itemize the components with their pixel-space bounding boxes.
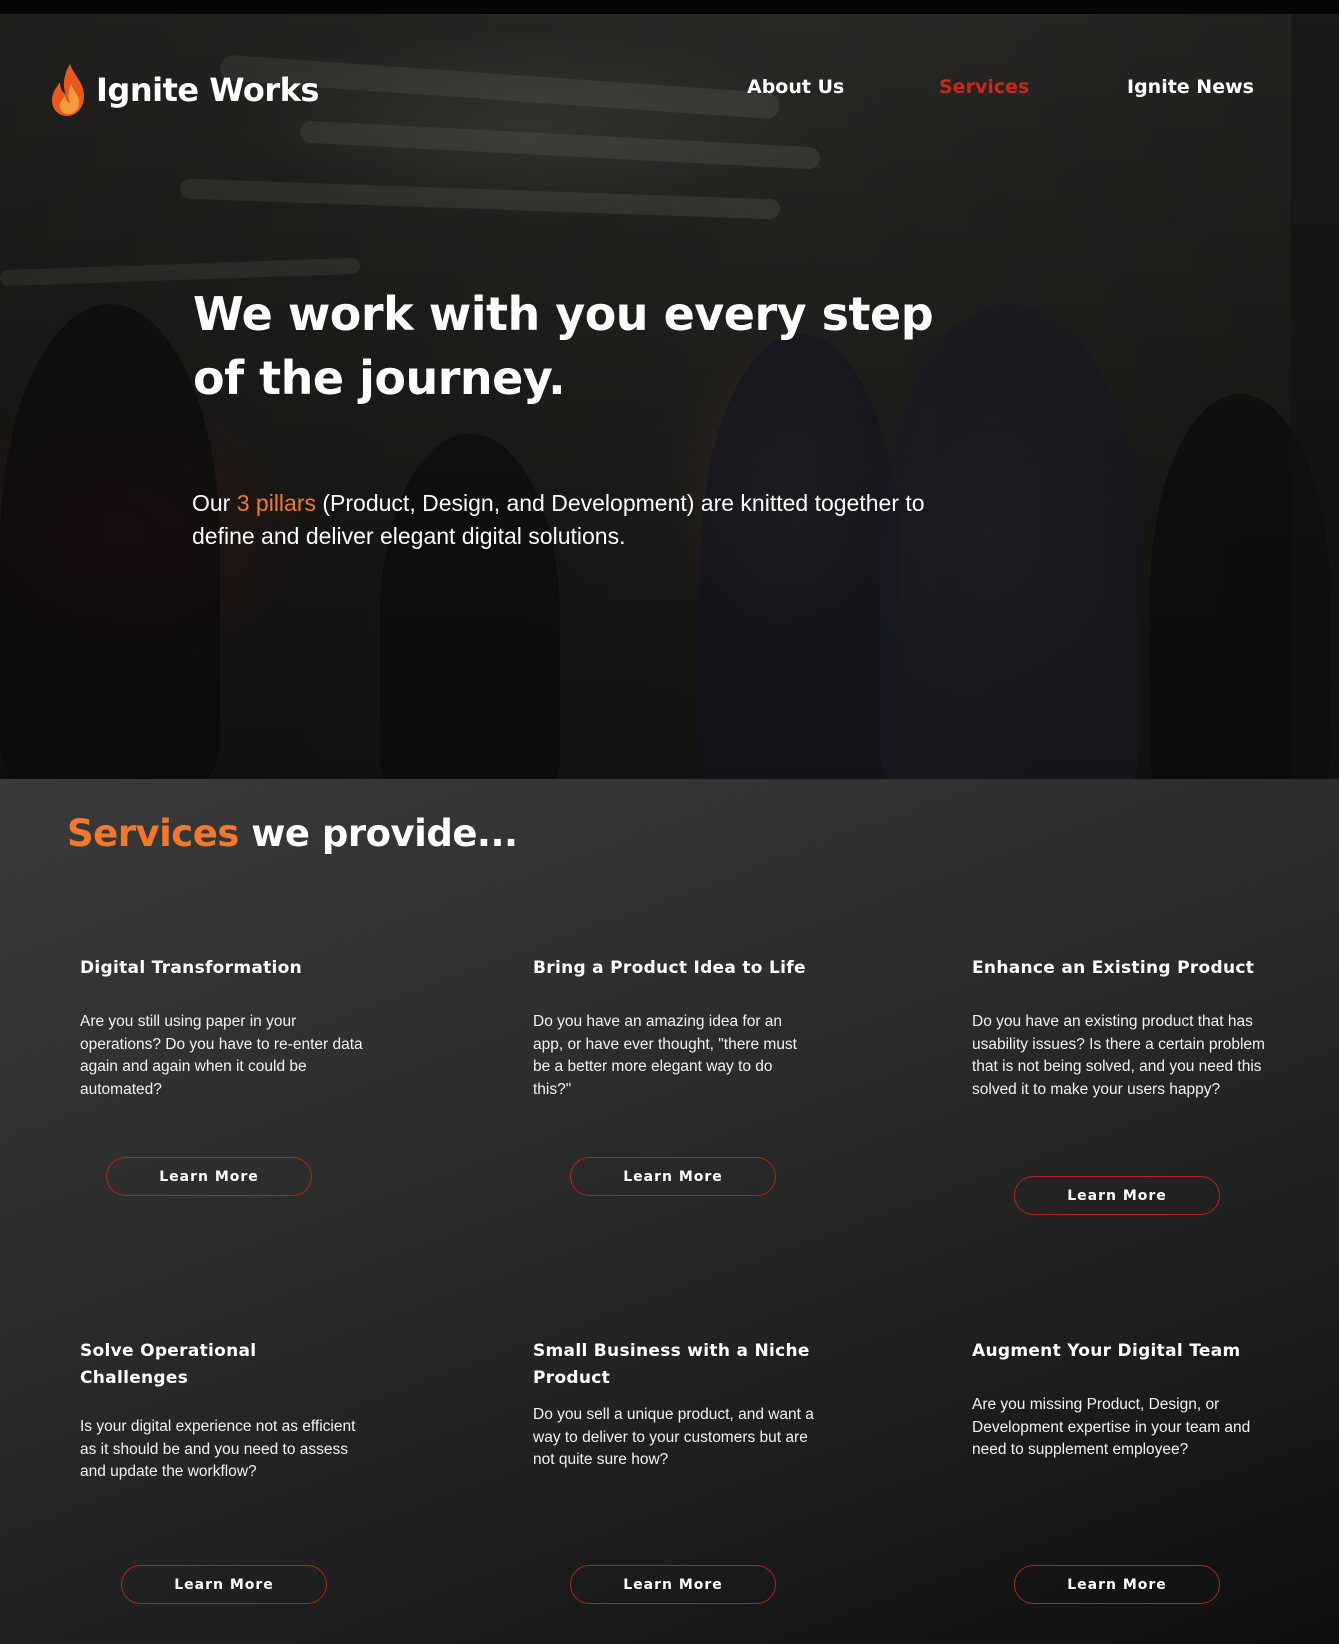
hero-section: Ignite Works About Us Services Ignite Ne… — [0, 14, 1339, 779]
learn-more-button[interactable]: Learn More — [106, 1157, 312, 1196]
learn-more-button[interactable]: Learn More — [570, 1565, 776, 1604]
hero-subtitle: Our 3 pillars (Product, Design, and Deve… — [192, 487, 952, 553]
hero-subtitle-start: Our — [192, 490, 237, 516]
services-section: Services we provide... Digital Transform… — [0, 779, 1339, 1644]
card-description: Are you still using paper in your operat… — [80, 1013, 363, 1098]
card-title: Small Business with a Niche Product — [533, 1341, 810, 1388]
card-title: Digital Transformation — [80, 958, 303, 978]
card-title: Bring a Product Idea to Life — [533, 958, 806, 978]
card-title: Enhance an Existing Product — [972, 958, 1255, 978]
hero-title: We work with you every step of the journ… — [193, 287, 934, 405]
main-nav: About Us Services Ignite News — [0, 76, 1339, 106]
hero-subtitle-highlight: 3 pillars — [236, 490, 316, 516]
services-heading-highlight: Services — [67, 812, 239, 855]
services-heading: Services we provide... — [67, 812, 518, 855]
top-strip — [0, 0, 1339, 14]
learn-more-button[interactable]: Learn More — [1014, 1176, 1220, 1215]
card-description: Do you sell a unique product, and want a… — [533, 1406, 814, 1468]
card-description: Is your digital experience not as effici… — [80, 1418, 356, 1480]
learn-more-button[interactable]: Learn More — [1014, 1565, 1220, 1604]
card-title: Augment Your Digital Team — [972, 1341, 1241, 1361]
card-description: Are you missing Product, Design, or Deve… — [972, 1396, 1251, 1458]
nav-item-about-us[interactable]: About Us — [747, 76, 844, 98]
card-description: Do you have an amazing idea for an app, … — [533, 1013, 797, 1098]
nav-item-ignite-news[interactable]: Ignite News — [1127, 76, 1254, 98]
nav-item-services[interactable]: Services — [939, 76, 1029, 98]
learn-more-button[interactable]: Learn More — [570, 1157, 776, 1196]
services-heading-rest: we provide... — [238, 812, 518, 855]
hero-edge — [1291, 14, 1339, 779]
learn-more-button[interactable]: Learn More — [121, 1565, 327, 1604]
card-title: Solve Operational Challenges — [80, 1341, 257, 1388]
card-description: Do you have an existing product that has… — [972, 1013, 1265, 1098]
